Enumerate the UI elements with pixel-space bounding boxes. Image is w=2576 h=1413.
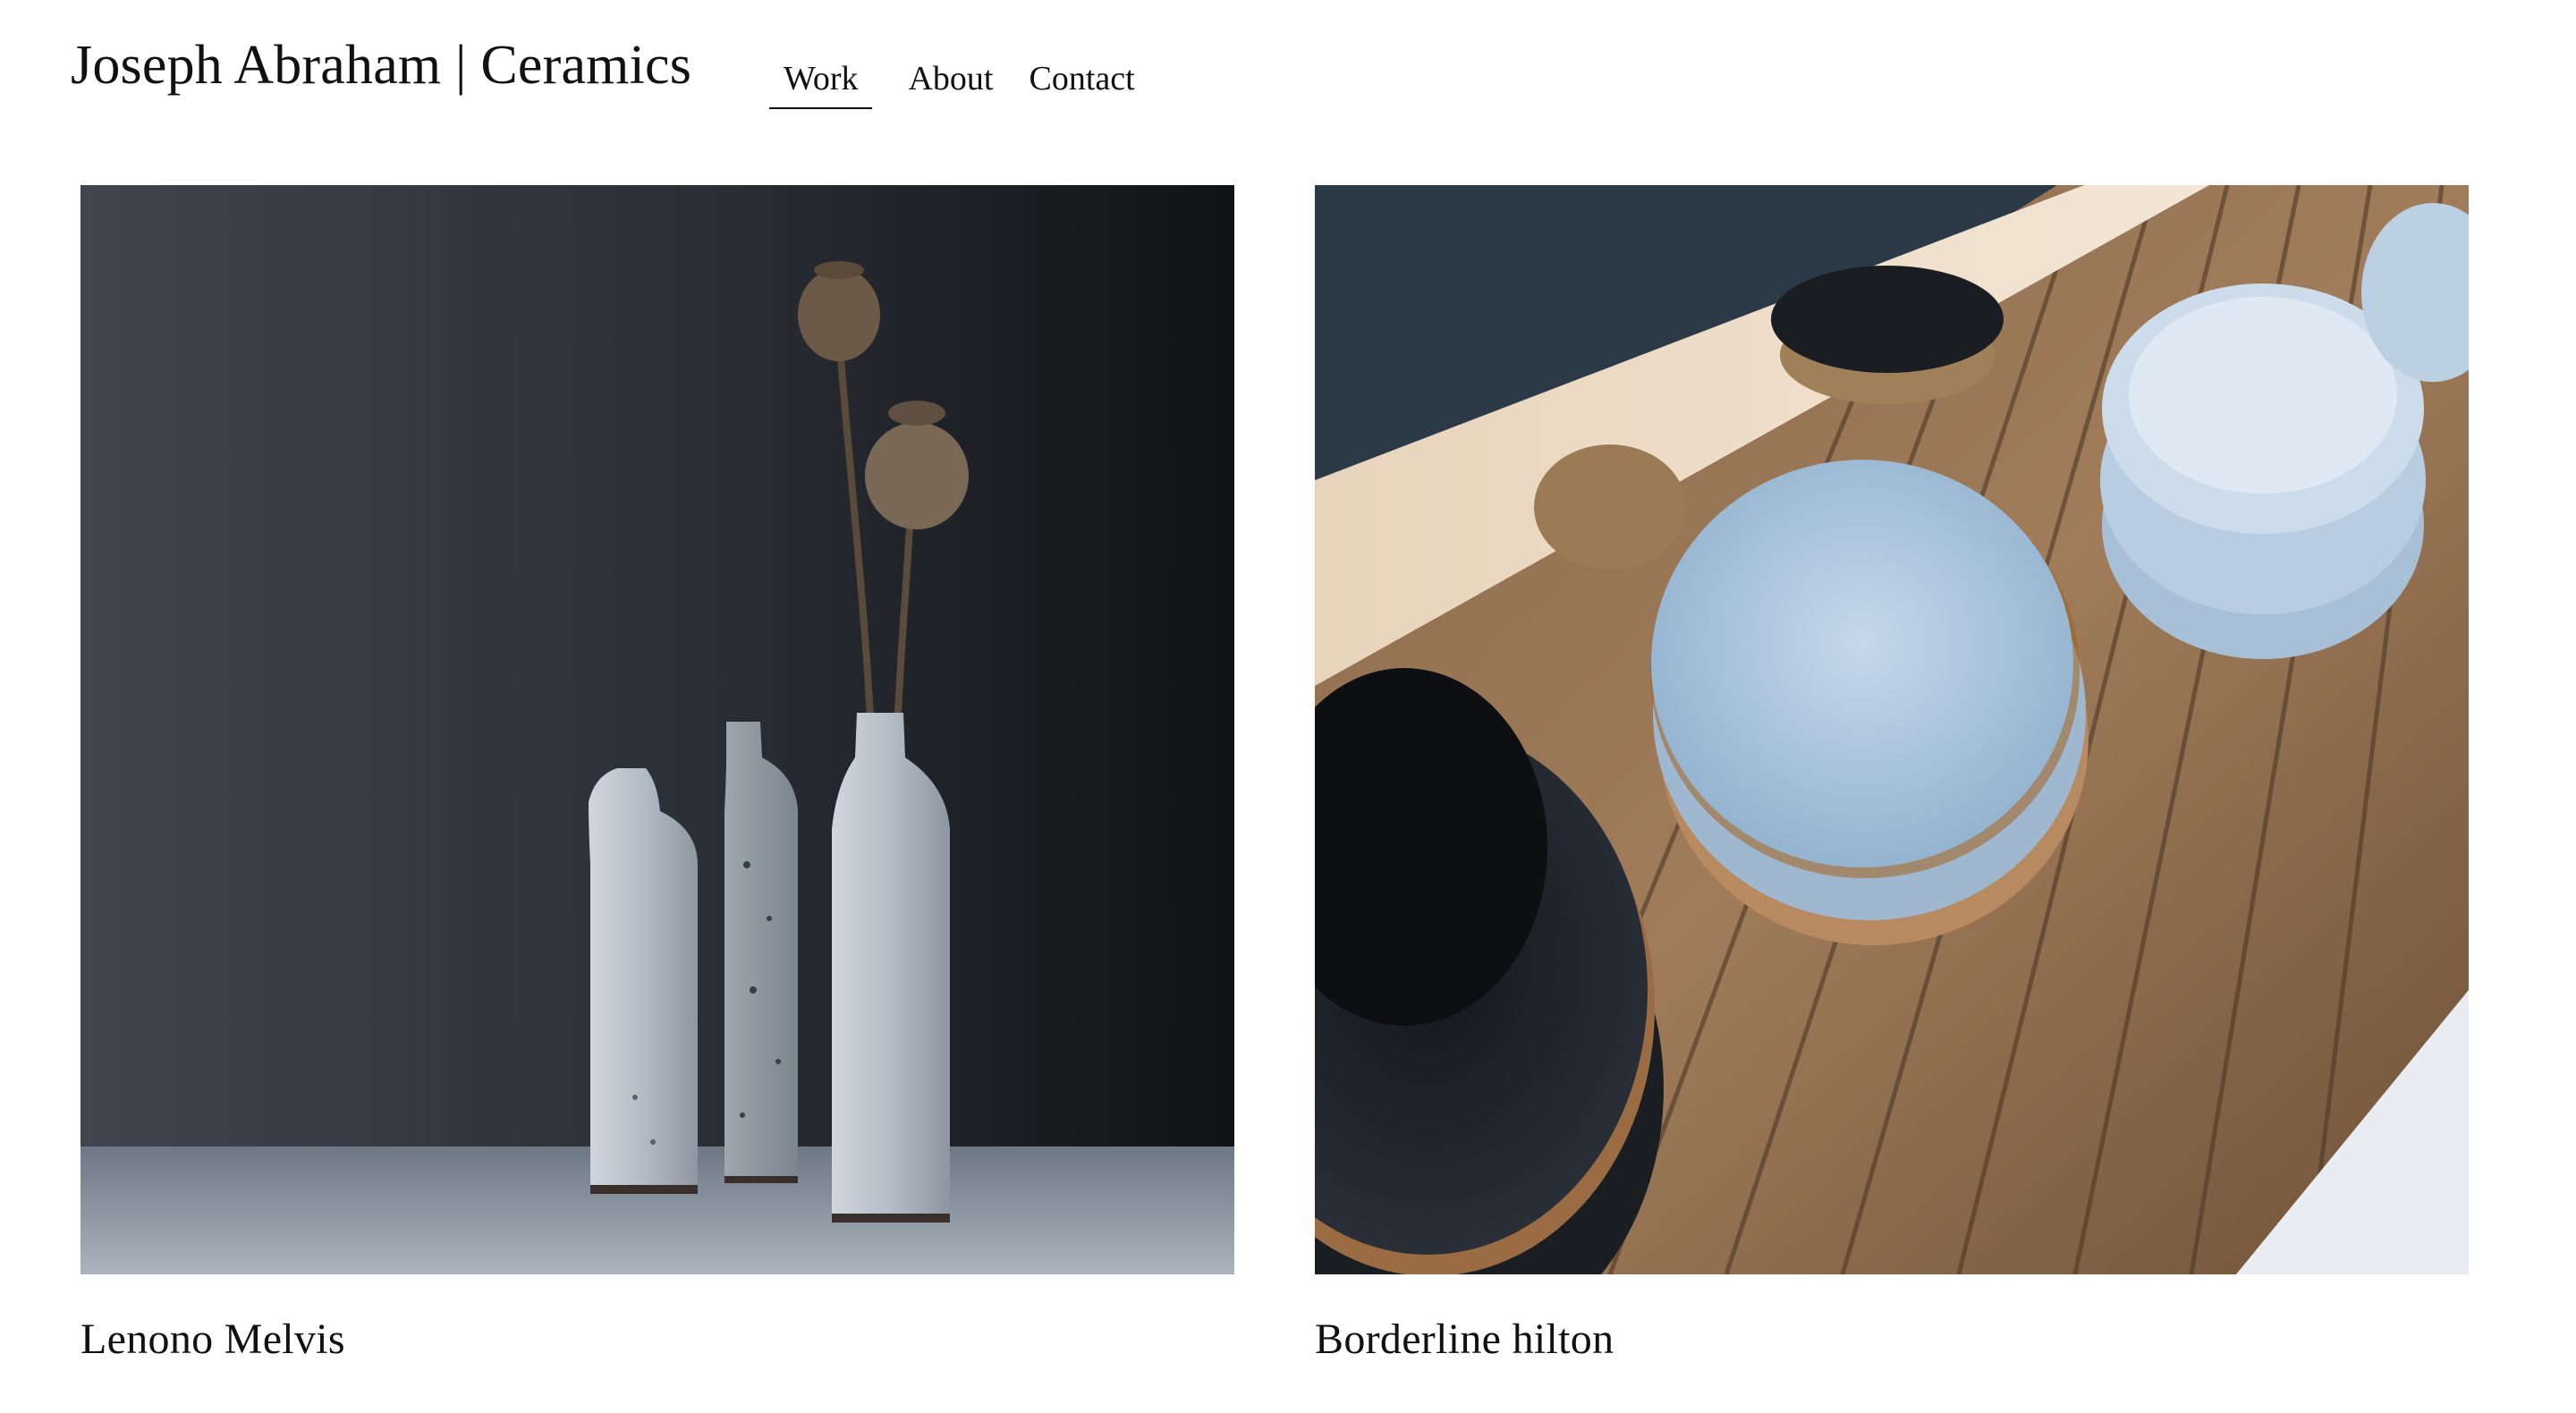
bottles-photo <box>80 185 1234 1274</box>
plates-photo <box>1315 185 2469 1274</box>
project-thumbnail[interactable] <box>1315 185 2469 1274</box>
site-title[interactable]: Joseph Abraham | Ceramics <box>71 34 691 97</box>
nav-item-about[interactable]: About <box>908 55 993 102</box>
nav-item-contact[interactable]: Contact <box>1029 55 1134 102</box>
project-title[interactable]: Borderline hilton <box>1315 1315 2469 1364</box>
main-nav: Work About Contact <box>769 55 1171 109</box>
project-thumbnail[interactable] <box>80 185 1234 1274</box>
nav-item-work[interactable]: Work <box>769 55 873 109</box>
project-card-borderline-hilton[interactable]: Borderline hilton <box>1315 185 2469 1364</box>
project-title[interactable]: Lenono Melvis <box>80 1315 1234 1364</box>
project-card-lenono-melvis[interactable]: Lenono Melvis <box>80 185 1234 1364</box>
site-header: Joseph Abraham | Ceramics Work About Con… <box>0 0 2576 161</box>
